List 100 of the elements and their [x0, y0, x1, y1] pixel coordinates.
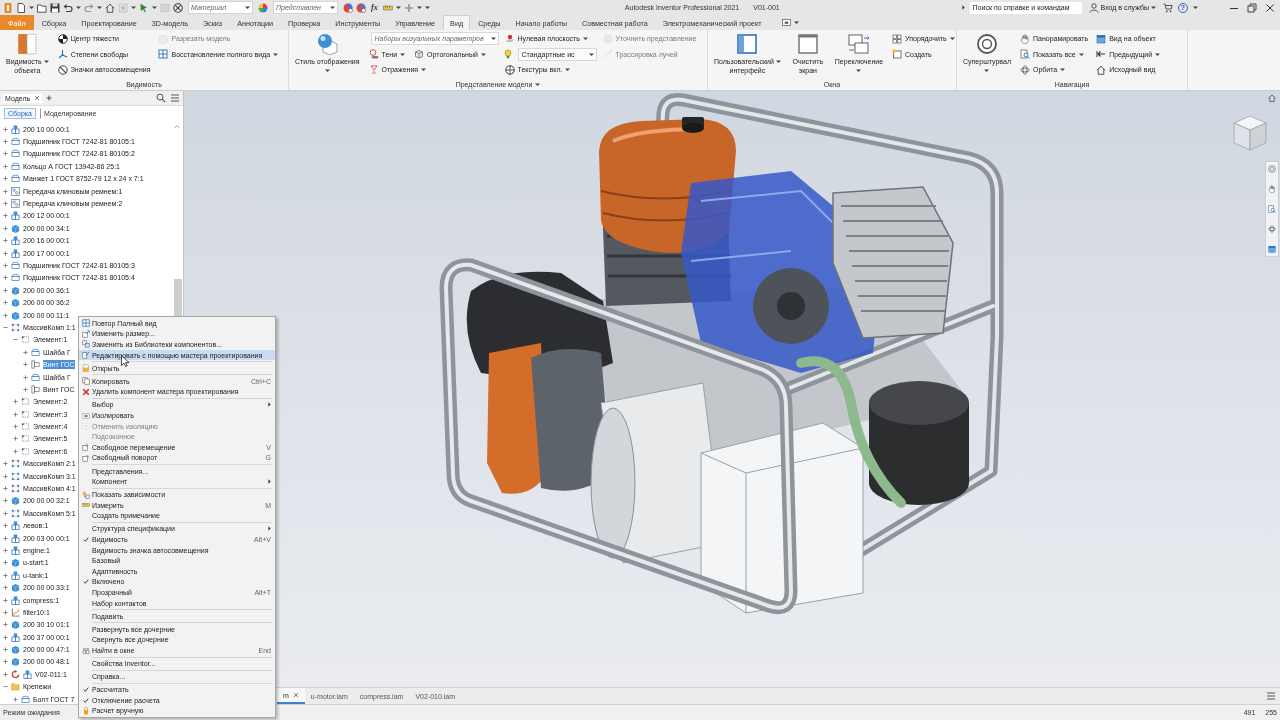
circle-slash-icon — [57, 64, 68, 75]
plus-icon[interactable] — [23, 374, 28, 380]
color-wheel-icon[interactable] — [258, 2, 268, 13]
caret-icon[interactable] — [76, 5, 81, 10]
caret-icon[interactable] — [424, 5, 430, 10]
window-icon[interactable] — [1268, 245, 1276, 253]
plus-icon[interactable] — [3, 275, 8, 281]
plus-icon[interactable] — [46, 95, 53, 101]
ruler-icon[interactable] — [382, 2, 393, 13]
binoculars-icon — [81, 646, 90, 655]
scroll-up-icon[interactable] — [174, 125, 180, 129]
home-icon[interactable] — [1268, 94, 1276, 102]
plus-icon[interactable] — [3, 609, 8, 615]
color-ball-icon[interactable] — [343, 2, 353, 13]
sphere-on-cube-icon — [316, 33, 339, 55]
circle-cross-icon[interactable] — [173, 2, 183, 13]
plus-icon[interactable] — [13, 399, 18, 405]
ring-icon[interactable] — [1268, 165, 1276, 173]
plus-icon[interactable] — [23, 386, 28, 392]
folder-icon[interactable] — [37, 2, 47, 13]
home-icon[interactable] — [105, 2, 115, 13]
parameters-button[interactable]: fx — [369, 3, 380, 12]
light-bulb-icon — [502, 49, 513, 60]
caret-icon[interactable] — [152, 5, 157, 10]
plus-icon[interactable] — [3, 523, 8, 529]
plus-icon[interactable] — [23, 349, 28, 355]
scrollbar-thumb[interactable] — [174, 279, 182, 316]
plus-icon[interactable] — [3, 547, 8, 553]
tiles-icon — [892, 33, 903, 44]
color-ball-icon[interactable] — [356, 2, 366, 13]
plus-icon[interactable] — [3, 225, 8, 231]
save-icon[interactable] — [50, 2, 60, 13]
two-circles-icon — [11, 199, 20, 209]
hand-icon[interactable] — [1268, 185, 1276, 193]
plus-icon[interactable] — [3, 312, 8, 318]
caret-icon[interactable] — [29, 5, 34, 10]
plus-icon[interactable] — [3, 188, 8, 194]
menu-icon[interactable] — [1266, 691, 1276, 701]
plus-icon[interactable] — [3, 486, 8, 491]
zoom-icon[interactable] — [1268, 205, 1276, 213]
corner-dots-icon — [11, 322, 20, 332]
plus-icon[interactable] — [3, 659, 8, 665]
plus-icon[interactable] — [3, 163, 8, 169]
restore-icon[interactable] — [1247, 2, 1257, 13]
crosshair-icon — [504, 64, 515, 75]
plus-icon[interactable] — [3, 622, 8, 628]
minus-icon[interactable] — [3, 684, 8, 690]
menu-icon[interactable] — [170, 93, 180, 103]
plus-icon[interactable] — [3, 597, 8, 603]
plus-icon[interactable] — [3, 250, 8, 256]
plus-icon[interactable] — [3, 498, 8, 504]
minus-icon[interactable] — [13, 337, 18, 343]
plus-icon[interactable] — [13, 424, 18, 430]
plus-icon[interactable] — [3, 560, 8, 566]
plus-icon[interactable] — [3, 126, 8, 132]
caret-icon[interactable] — [961, 5, 965, 10]
plus-icon[interactable] — [3, 201, 8, 207]
blocks-icon — [11, 595, 20, 605]
edit-icon — [81, 351, 90, 360]
cart-icon[interactable] — [1163, 2, 1173, 13]
plus-icon[interactable] — [3, 535, 8, 541]
new-file-icon[interactable] — [16, 2, 26, 13]
caret-icon[interactable] — [395, 5, 401, 10]
plus-icon[interactable] — [3, 473, 8, 479]
center-of-gravity-icon — [57, 33, 68, 44]
plus-icon[interactable] — [3, 572, 8, 578]
plus-icon[interactable] — [3, 238, 8, 244]
plus-icon[interactable] — [23, 362, 28, 368]
plus-icon[interactable] — [13, 436, 18, 442]
plus-icon[interactable] — [3, 287, 8, 293]
plus-icon[interactable] — [13, 448, 18, 454]
plus-icon[interactable] — [3, 647, 8, 653]
plus-icon[interactable] — [3, 213, 8, 219]
plus-icon[interactable] — [13, 696, 18, 702]
caret-icon[interactable] — [793, 20, 799, 25]
plus-icon[interactable] — [3, 263, 8, 268]
close-icon[interactable] — [1265, 2, 1275, 13]
caret-icon[interactable] — [535, 82, 541, 87]
view-cube-icon[interactable] — [1231, 113, 1269, 153]
window-icon[interactable] — [781, 19, 791, 26]
plus-icon[interactable] — [3, 585, 8, 591]
plus-icon[interactable] — [3, 300, 8, 306]
blocks-icon — [11, 248, 20, 258]
search-icon[interactable] — [156, 93, 166, 103]
plus-icon[interactable] — [3, 510, 8, 516]
plus-icon[interactable] — [3, 461, 8, 467]
caret-icon[interactable] — [1193, 5, 1198, 10]
cube-icon — [11, 285, 20, 295]
caret-icon — [1151, 5, 1156, 10]
plus-icon[interactable] — [13, 411, 18, 417]
orbit-icon[interactable] — [1268, 225, 1276, 233]
plus-icon[interactable] — [3, 671, 8, 677]
pointer-icon[interactable] — [139, 2, 149, 13]
plus-icon[interactable] — [3, 151, 8, 157]
minus-icon[interactable] — [3, 324, 8, 330]
undo-icon[interactable] — [63, 2, 73, 13]
plus-icon[interactable] — [3, 634, 8, 640]
plus-icon[interactable] — [3, 176, 8, 182]
plus-icon[interactable] — [3, 139, 8, 145]
resize-icon — [81, 329, 90, 338]
